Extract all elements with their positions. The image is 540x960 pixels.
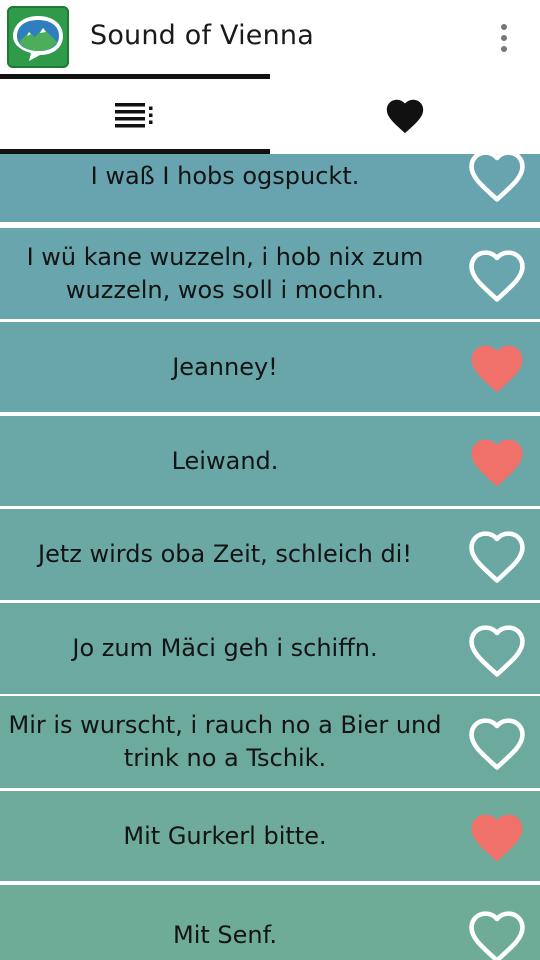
favorite-heart-outline-icon[interactable]: [466, 246, 528, 302]
list-item[interactable]: Mit Gurkerl bitte.: [0, 791, 540, 881]
tab-list[interactable]: [0, 74, 270, 154]
list-item[interactable]: Jeanney!: [0, 322, 540, 412]
phrase-text: Jetz wirds oba Zeit, schleich di!: [38, 540, 412, 568]
phrase-text: Leiwand.: [171, 446, 279, 475]
list-item[interactable]: Leiwand.: [0, 416, 540, 506]
heart-icon: [386, 99, 424, 134]
favorite-heart-filled-icon[interactable]: [466, 339, 528, 395]
phrase-text: Jeanney!: [172, 352, 278, 381]
favorite-heart-outline-icon[interactable]: [466, 154, 528, 202]
list-item[interactable]: I waß I hobs ogspuckt.: [0, 154, 540, 222]
phrase-text: Mit Gurkerl bitte.: [123, 821, 327, 850]
favorite-heart-outline-icon[interactable]: [466, 527, 528, 583]
list-item[interactable]: Jo zum Mäci geh i schiffn.: [0, 603, 540, 694]
phrase-text: Mir is wurscht, i rauch no a Bier und tri…: [8, 711, 442, 772]
favorite-heart-filled-icon[interactable]: [466, 433, 528, 489]
favorite-heart-outline-icon[interactable]: [466, 714, 528, 770]
phrase-text: Jo zum Mäci geh i schiffn.: [72, 634, 378, 662]
list-icon: [115, 103, 153, 128]
tab-favorites[interactable]: [270, 76, 540, 154]
tab-list-top-bar: [0, 74, 270, 79]
overflow-menu-icon[interactable]: [486, 18, 522, 58]
list-item[interactable]: Mit Senf.: [0, 885, 540, 960]
list-item[interactable]: Jetz wirds oba Zeit, schleich di!: [0, 509, 540, 600]
favorite-heart-outline-icon[interactable]: [466, 621, 528, 677]
phrase-text: I waß I hobs ogspuckt.: [90, 161, 360, 190]
favorite-heart-filled-icon[interactable]: [466, 808, 528, 864]
phrase-text: I wü kane wuzzeln, i hob nix zum wuzzeln,…: [26, 242, 424, 304]
tab-bar: [0, 74, 540, 154]
list-item[interactable]: Mir is wurscht, i rauch no a Bier und tri…: [0, 696, 540, 788]
app-title: Sound of Vienna: [90, 20, 314, 51]
favorite-heart-outline-icon[interactable]: [466, 907, 528, 960]
app-logo-icon: [7, 6, 69, 68]
phrase-list[interactable]: I waß I hobs ogspuckt. I wü kane wuzzeln,…: [0, 154, 540, 960]
app-bar: Sound of Vienna: [0, 0, 540, 76]
phrase-text: Mit Senf.: [173, 920, 277, 949]
list-item[interactable]: I wü kane wuzzeln, i hob nix zum wuzzeln,…: [0, 228, 540, 319]
